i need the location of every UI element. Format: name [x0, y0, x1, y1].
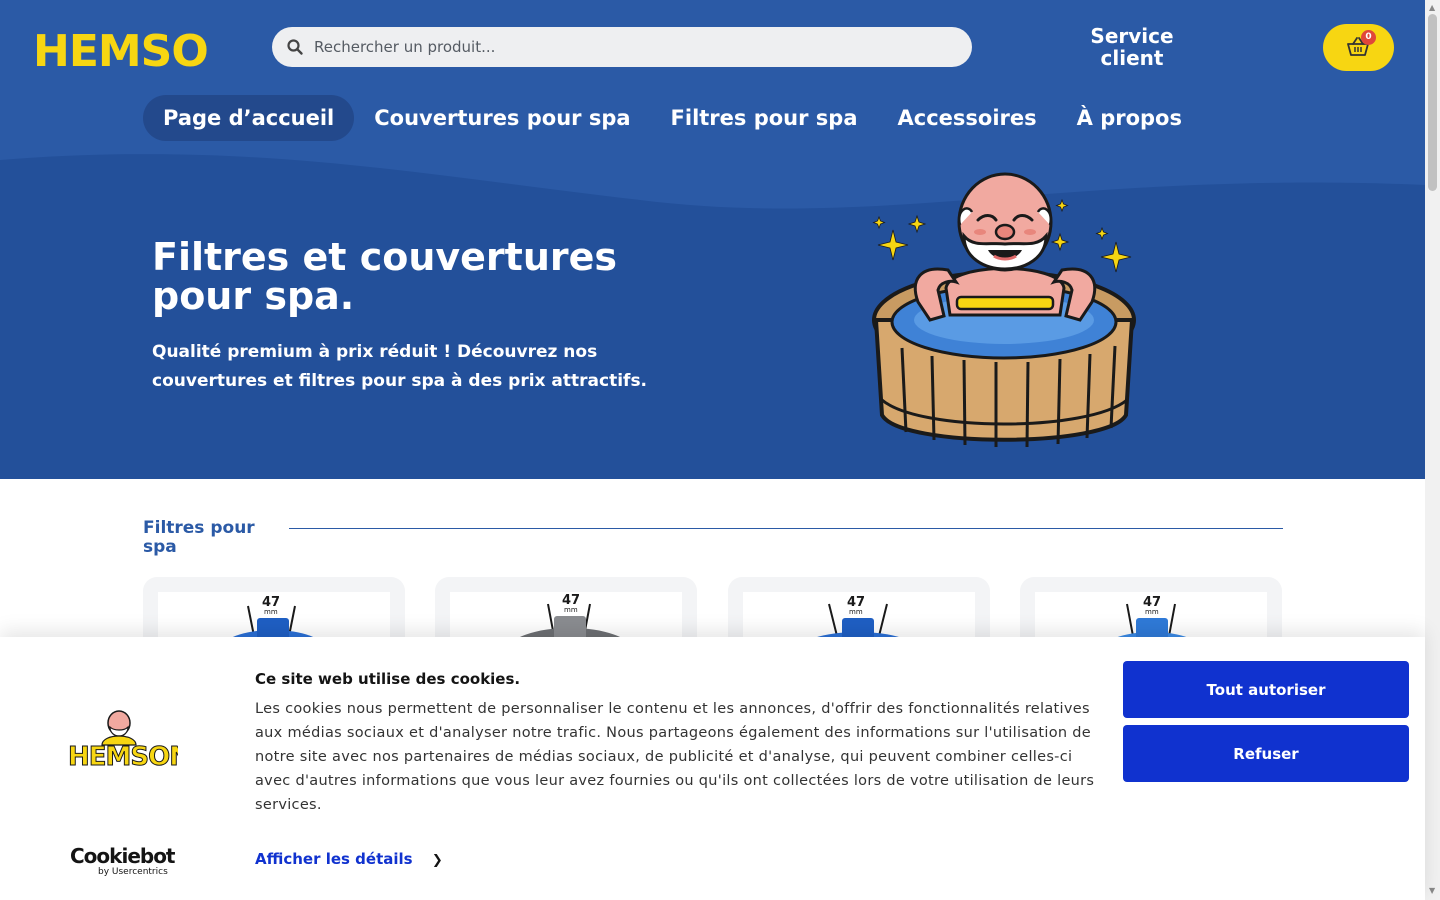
cookie-description: Les cookies nous permettent de personnal… — [255, 701, 1095, 813]
nav-item-about[interactable]: À propos — [1057, 95, 1202, 141]
service-line-1: Service — [1090, 24, 1174, 48]
hemson-mascot-logo: HEMSON — [68, 710, 178, 769]
service-line-2: client — [1100, 46, 1164, 70]
show-details-label: Afficher les détails — [255, 850, 413, 868]
hero-subtitle: Qualité premium à prix réduit ! Découvre… — [152, 342, 648, 391]
hemson-logo[interactable]: HEMSON — [31, 22, 211, 74]
cookiebot-brand[interactable]: Cookiebot by Usercentrics — [70, 845, 180, 877]
search-input[interactable] — [314, 27, 954, 67]
site-header: HEMSON Service client 0 Page d’accueil C… — [0, 0, 1425, 479]
nav-item-accessories[interactable]: Accessoires — [878, 95, 1057, 141]
refuse-button[interactable]: Refuser — [1123, 725, 1409, 782]
nav-item-home[interactable]: Page d’accueil — [143, 95, 355, 141]
scrollbar-thumb[interactable] — [1428, 14, 1437, 191]
allow-all-button[interactable]: Tout autoriser — [1123, 661, 1409, 718]
search-icon[interactable] — [286, 38, 304, 56]
search-bar — [272, 27, 972, 67]
cart-button[interactable]: 0 — [1323, 24, 1394, 71]
product-unit: mm — [849, 608, 863, 616]
product-unit: mm — [564, 606, 578, 614]
main-nav: Page d’accueil Couvertures pour spa Filt… — [143, 95, 1202, 141]
scroll-up-icon[interactable]: ▲ — [1429, 3, 1435, 12]
logo-text: HEMSON — [33, 26, 211, 74]
page-scrollbar[interactable]: ▲ ▼ — [1425, 0, 1440, 900]
section-divider — [289, 528, 1283, 529]
nav-item-spa-covers[interactable]: Couvertures pour spa — [354, 95, 650, 141]
hero-title: Filtres et couvertures pour spa. — [152, 235, 618, 318]
cookiebot-by: by Usercentrics — [98, 867, 168, 877]
cart-count-badge: 0 — [1361, 30, 1376, 45]
cookiebot-name: Cookiebot — [70, 844, 176, 868]
section-title-filters: Filtres pour spa — [143, 518, 255, 557]
cookie-title: Ce site web utilise des cookies. — [255, 670, 521, 688]
hot-tub-mascot-illustration — [872, 172, 1136, 448]
product-unit: mm — [264, 608, 278, 616]
scroll-down-icon[interactable]: ▼ — [1429, 886, 1435, 895]
customer-service-link[interactable]: Service client — [1072, 25, 1192, 69]
cookie-consent-banner: HEMSON Cookiebot by Usercentrics Ce site… — [0, 637, 1425, 900]
chevron-right-icon: ❯ — [431, 853, 443, 868]
cookie-logo-text: HEMSON — [68, 742, 178, 769]
nav-item-spa-filters[interactable]: Filtres pour spa — [651, 95, 878, 141]
product-unit: mm — [1145, 608, 1159, 616]
show-details-link[interactable]: Afficher les détails ❯ — [255, 850, 443, 868]
